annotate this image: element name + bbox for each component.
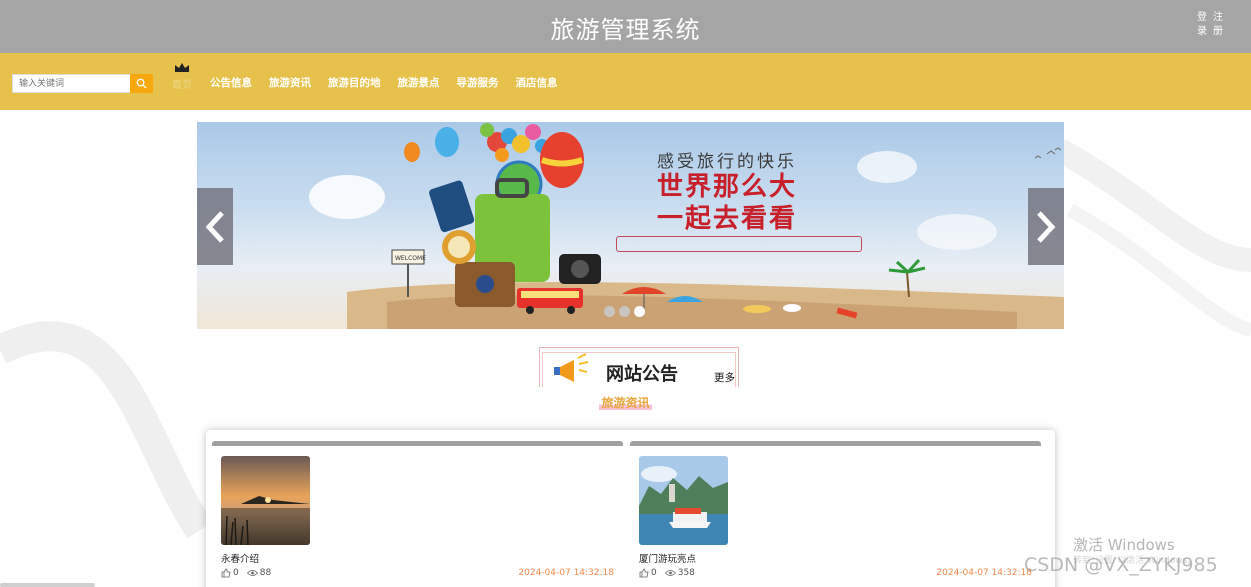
news-card-title[interactable]: 永春介绍 xyxy=(221,551,259,565)
search-button[interactable] xyxy=(130,74,153,93)
carousel-next-button[interactable] xyxy=(1028,188,1064,265)
view-count: 88 xyxy=(246,568,272,578)
csdn-watermark: CSDN @VX_ZYKJ985 xyxy=(1024,554,1218,576)
register-link[interactable]: 注册 xyxy=(1212,11,1224,39)
view-count: 358 xyxy=(664,568,695,578)
view-count-value: 88 xyxy=(259,568,272,578)
notice-more-link[interactable]: 更多 xyxy=(714,370,735,385)
banner-headline-1: 世界那么大 xyxy=(657,172,798,202)
carousel-dots xyxy=(604,306,645,317)
nav-item-guide-service[interactable]: 导游服务 xyxy=(457,75,499,91)
like-count-value: 0 xyxy=(651,568,657,578)
windows-activation-watermark: 激活 Windows xyxy=(1073,536,1175,554)
search-input[interactable] xyxy=(12,74,130,93)
nav-item-home[interactable]: 首页 xyxy=(170,63,194,94)
like-count[interactable]: 0 xyxy=(639,568,657,578)
search-icon xyxy=(136,78,147,89)
news-panel: 永春介绍 0 88 2024-04-07 14:32:18 厦门游玩亮点 0 3… xyxy=(206,430,1055,587)
banner-illustration: WELCOME xyxy=(309,123,1064,329)
view-count-value: 358 xyxy=(677,568,695,578)
card-top-bar xyxy=(212,441,623,446)
eye-icon xyxy=(246,570,258,576)
crown-icon xyxy=(175,63,189,72)
news-card-stats: 0 88 xyxy=(221,568,279,578)
news-section-title: 旅游资讯 xyxy=(0,394,1251,411)
notice-section-header: 网站公告 更多 xyxy=(539,347,739,387)
carousel-prev-button[interactable] xyxy=(197,188,233,265)
nav-item-travel-news[interactable]: 旅游资讯 xyxy=(269,75,311,91)
carousel-dot-2[interactable] xyxy=(619,306,630,317)
notice-title: 网站公告 xyxy=(606,364,678,385)
nav-item-attractions[interactable]: 旅游景点 xyxy=(398,75,440,91)
news-section-title-text: 旅游资讯 xyxy=(599,396,652,410)
banner-carousel: WELCOME 感受旅行的快乐 世界那么大 一起去看看 xyxy=(197,122,1064,329)
chevron-left-icon xyxy=(205,210,224,243)
banner-tagline: 感受旅行的快乐 xyxy=(657,152,797,172)
eye-icon xyxy=(664,570,676,576)
nav-item-destinations[interactable]: 旅游目的地 xyxy=(328,75,381,91)
news-thumbnail[interactable] xyxy=(639,456,728,545)
banner-headline-2: 一起去看看 xyxy=(657,204,798,234)
sunset-lake-image xyxy=(221,456,310,545)
carousel-dot-3[interactable] xyxy=(634,306,645,317)
news-card-time: 2024-04-07 14:32:18 xyxy=(936,568,1032,578)
news-thumbnail[interactable] xyxy=(221,456,310,545)
nav-home-label: 首页 xyxy=(172,80,192,91)
chevron-right-icon xyxy=(1037,210,1056,243)
main-nav: 首页 公告信息 旅游资讯 旅游目的地 旅游景点 导游服务 酒店信息 xyxy=(170,63,575,94)
like-count-value: 0 xyxy=(233,568,239,578)
news-card[interactable]: 永春介绍 0 88 2024-04-07 14:32:18 xyxy=(212,441,623,587)
nav-bar: 首页 公告信息 旅游资讯 旅游目的地 旅游景点 导游服务 酒店信息 xyxy=(0,53,1251,110)
island-ferry-image xyxy=(639,456,728,545)
search-box xyxy=(12,74,153,93)
top-header: 旅游管理系统 登录 注册 xyxy=(0,0,1251,53)
site-title: 旅游管理系统 xyxy=(550,16,701,44)
welcome-sign-text: WELCOME xyxy=(395,255,426,262)
news-card-title[interactable]: 厦门游玩亮点 xyxy=(639,551,696,565)
thumbs-up-icon xyxy=(639,568,649,578)
login-link[interactable]: 登录 xyxy=(1196,11,1208,39)
nav-item-announcements[interactable]: 公告信息 xyxy=(210,75,252,91)
megaphone-icon xyxy=(554,353,589,382)
news-card-time: 2024-04-07 14:32:18 xyxy=(518,568,614,578)
carousel-dot-1[interactable] xyxy=(604,306,615,317)
banner-frame xyxy=(616,236,862,252)
like-count[interactable]: 0 xyxy=(221,568,239,578)
thumbs-up-icon xyxy=(221,568,231,578)
horizontal-scrollbar[interactable] xyxy=(0,583,95,587)
news-card-stats: 0 358 xyxy=(639,568,703,578)
news-card[interactable]: 厦门游玩亮点 0 358 2024-04-07 14:32:18 xyxy=(630,441,1041,587)
nav-item-hotels[interactable]: 酒店信息 xyxy=(516,75,558,91)
card-top-bar xyxy=(630,441,1041,446)
